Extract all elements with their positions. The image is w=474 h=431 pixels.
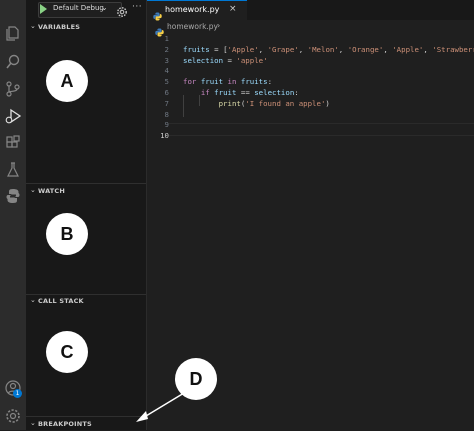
more-actions-icon[interactable]: ··· [132,2,142,12]
callout-c: C [46,331,88,373]
source-control-icon[interactable] [4,80,22,98]
variables-section-header[interactable]: ⌄ VARIABLES [26,20,146,34]
line-number: 3 [164,55,169,65]
call-stack-title: CALL STACK [38,297,84,305]
line-number: 7 [164,98,169,108]
line-number: 4 [164,66,169,76]
watch-section-header[interactable]: ⌄ WATCH [26,184,146,198]
tab-bar: homework.py × [147,0,474,21]
variables-title: VARIABLES [38,23,81,31]
files-icon[interactable] [4,24,22,42]
code-line[interactable]: for fruit in fruits: [183,77,272,86]
chevron-down-icon: ⌄ [30,22,36,30]
callout-d: D [175,358,217,400]
python-file-icon [155,22,164,37]
gear-icon[interactable] [116,3,128,17]
chevron-down-icon: ⌄ [30,419,36,427]
line-number: 9 [164,120,169,130]
chevron-down-icon: ⌄ [30,186,36,194]
play-icon[interactable] [40,4,47,14]
tab-label: homework.py [165,5,220,14]
tab-homework-py[interactable]: homework.py × [147,0,247,21]
line-number: 8 [164,109,169,119]
code-line[interactable]: fruits = ['Apple', 'Grape', 'Melon', 'Or… [183,45,474,54]
breadcrumb-file[interactable]: homework.py [167,22,218,31]
code-line[interactable]: print('I found an apple') [183,99,330,108]
code-line[interactable]: selection = 'apple' [183,56,268,65]
callout-a: A [46,60,88,102]
account-badge: 1 [13,389,22,398]
run-debug-icon[interactable] [4,107,22,125]
close-icon[interactable]: × [229,4,237,14]
line-number: 5 [164,77,169,87]
debug-config-label: Default Debug [53,4,104,12]
line-number: 6 [164,88,169,97]
debug-toolbar: Default Debug ⌄ ··· [26,0,146,18]
python-file-icon [153,6,162,21]
line-number: 2 [164,44,169,54]
callout-b: B [46,213,88,255]
python-icon[interactable] [4,187,22,205]
watch-title: WATCH [38,187,66,195]
search-icon[interactable] [4,53,22,71]
code-line[interactable]: if fruit == selection: [183,88,299,97]
manage-gear-icon[interactable] [4,407,22,425]
chevron-down-icon: ⌄ [30,296,36,304]
line-number: 1 [164,34,169,43]
breakpoints-title: BREAKPOINTS [38,420,92,428]
call-stack-section-header[interactable]: ⌄ CALL STACK [26,294,146,308]
activity-bar: 1 [0,0,26,430]
breakpoints-section-header[interactable]: ⌄ BREAKPOINTS [26,417,146,431]
extensions-icon[interactable] [4,134,22,152]
chevron-down-icon[interactable]: ⌄ [101,3,108,12]
breadcrumb-separator: › [217,21,221,30]
line-number: 10 [160,131,169,141]
testing-icon[interactable] [4,161,22,179]
run-and-debug-sidebar: Default Debug ⌄ ··· ⌄ VARIABLES A ⌄ WATC… [26,0,147,430]
current-line-highlight [169,123,474,136]
